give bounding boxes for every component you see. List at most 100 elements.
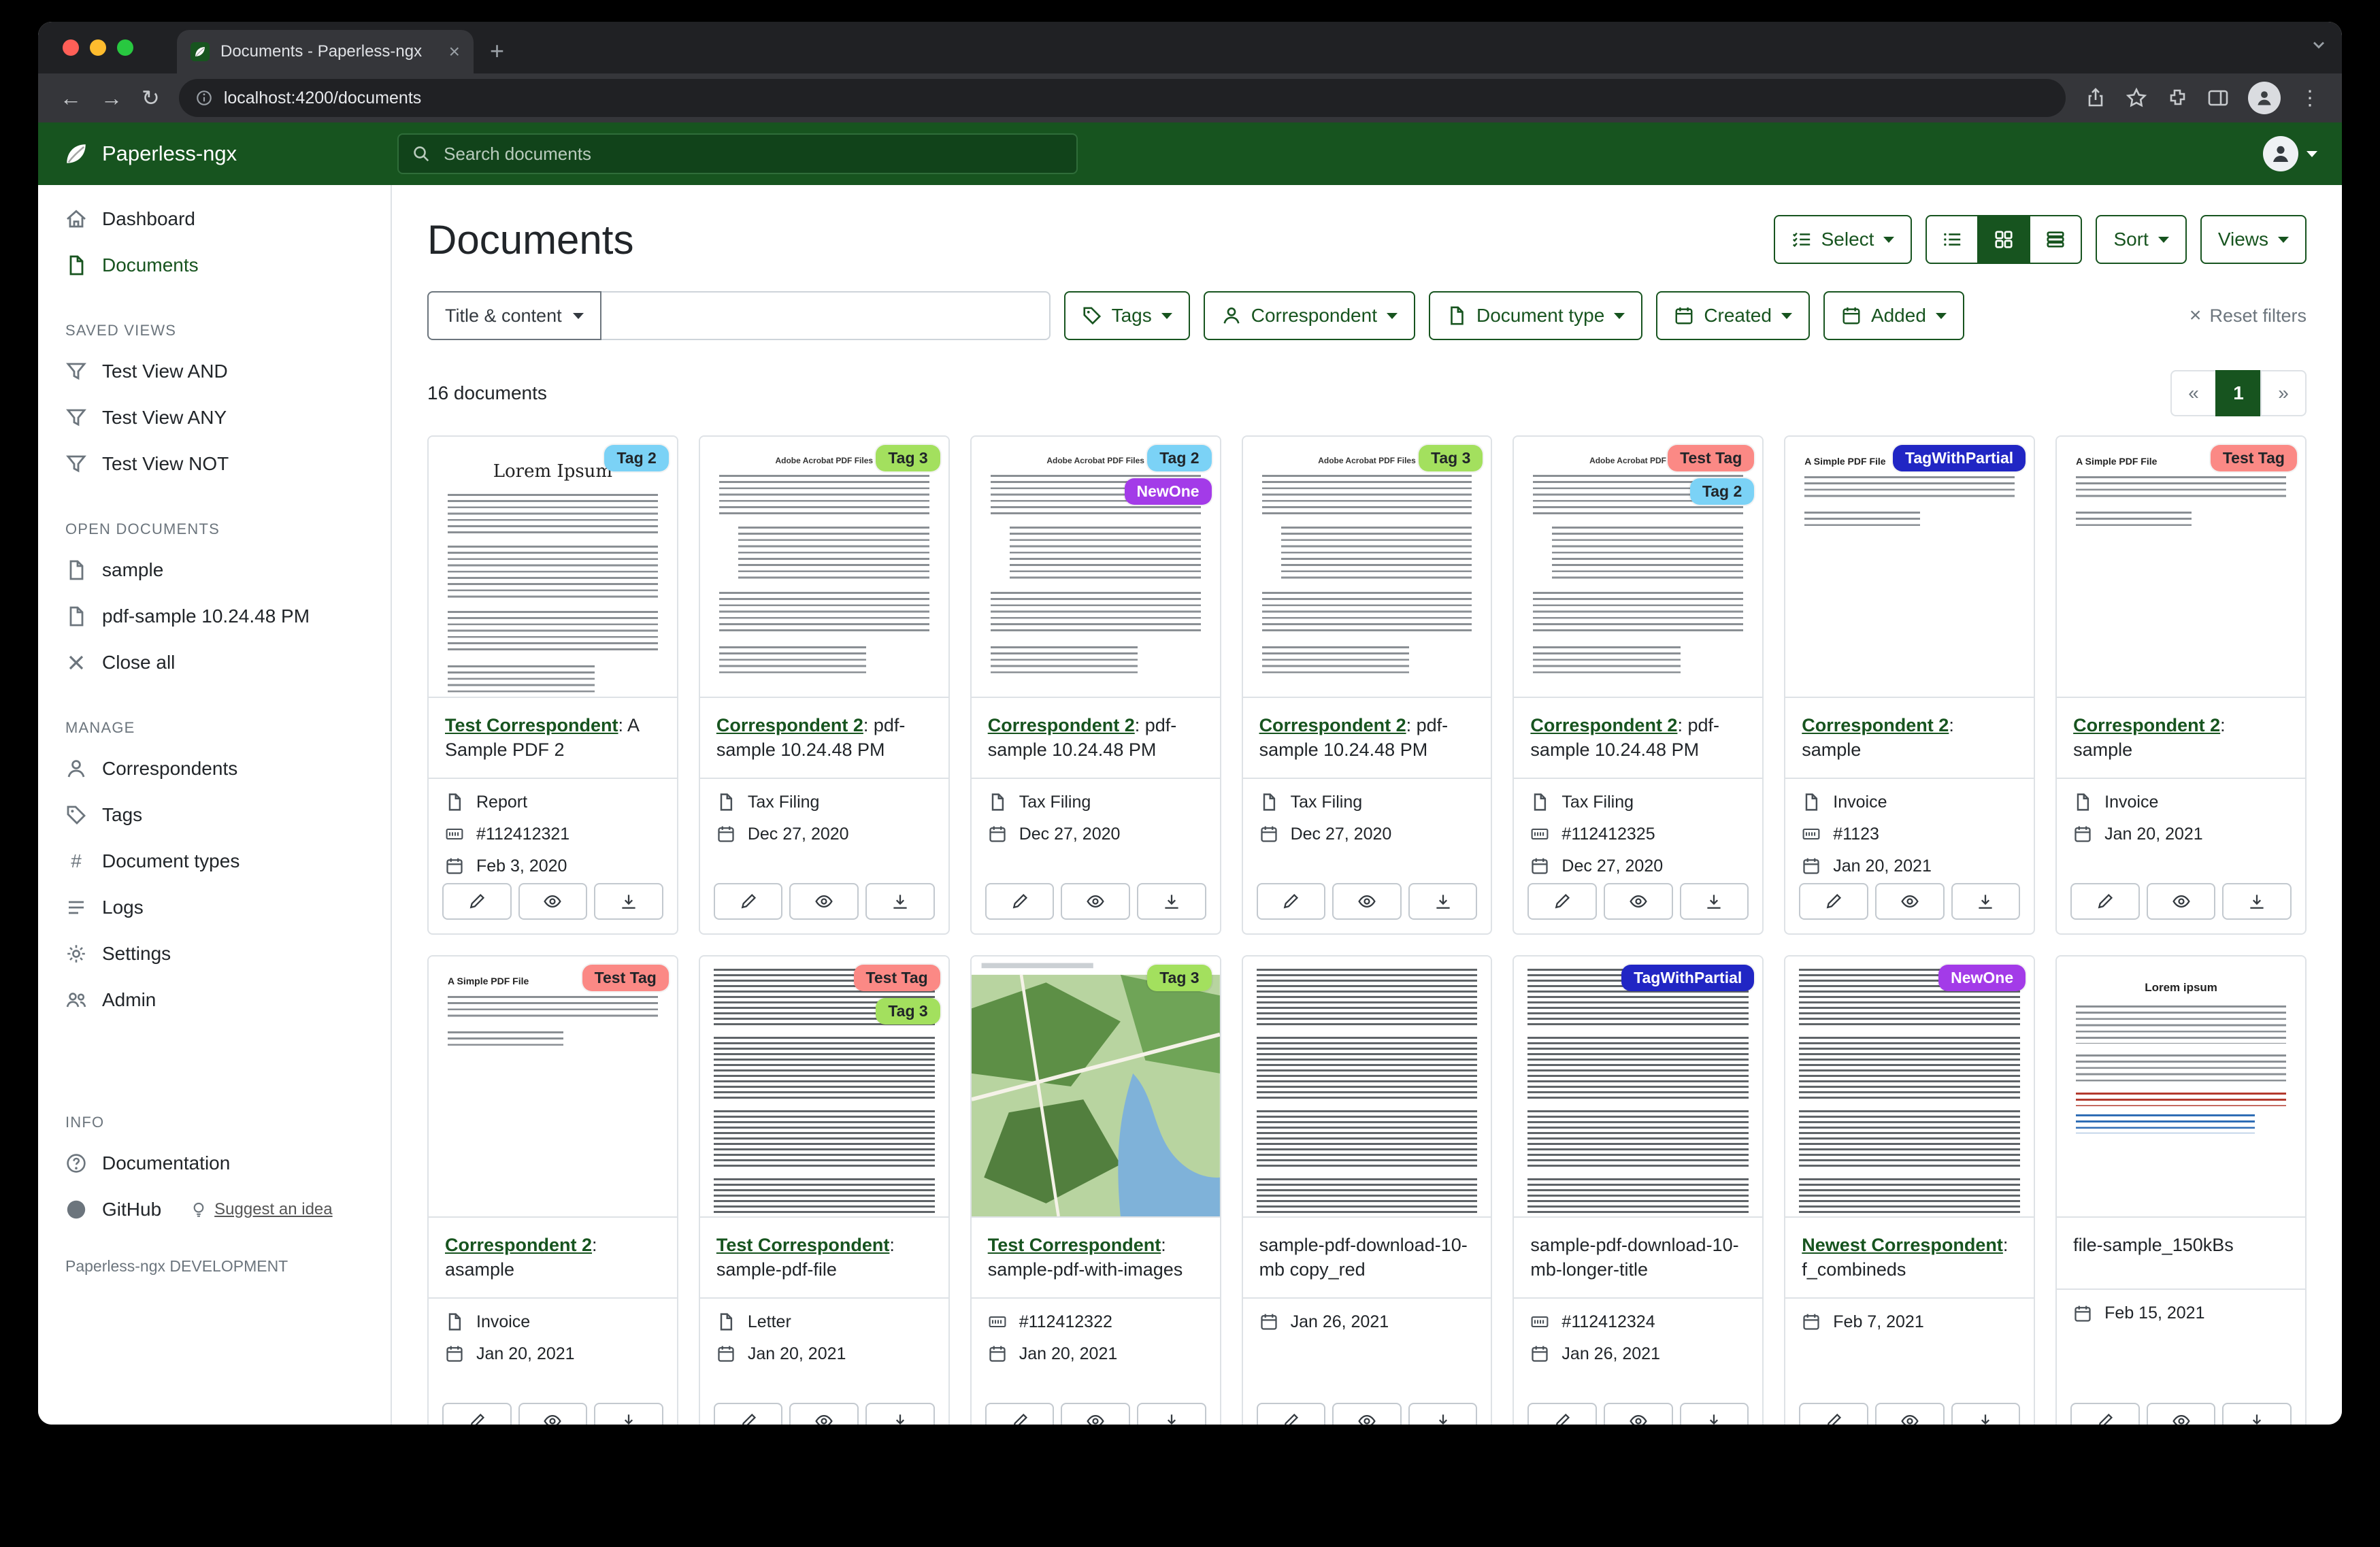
bookmark-star-icon[interactable] <box>2126 87 2147 109</box>
document-title[interactable]: Correspondent 2: pdf-sample 10.24.48 PM <box>1514 698 1762 779</box>
global-search[interactable] <box>397 133 1078 174</box>
download-button[interactable] <box>1408 883 1478 920</box>
sidebar-item-correspondents[interactable]: Correspondents <box>38 746 391 792</box>
download-button[interactable] <box>1408 1403 1478 1425</box>
tag-badge[interactable]: NewOne <box>1938 965 2026 991</box>
download-button[interactable] <box>1951 883 2021 920</box>
edit-button[interactable] <box>1799 1403 1868 1425</box>
close-window-button[interactable] <box>63 39 79 56</box>
filter-field-dropdown[interactable]: Title & content <box>427 291 601 340</box>
document-title[interactable]: Correspondent 2: pdf-sample 10.24.48 PM <box>700 698 948 779</box>
sidebar-item-documents[interactable]: Documents <box>38 242 391 288</box>
download-button[interactable] <box>594 1403 663 1425</box>
correspondent-link[interactable]: Correspondent 2 <box>988 715 1135 735</box>
tag-badge[interactable]: Test Tag <box>2211 445 2297 471</box>
document-title[interactable]: Test Correspondent: sample-pdf-with-imag… <box>972 1218 1220 1299</box>
tag-badge[interactable]: Tag 3 <box>1147 965 1211 991</box>
download-button[interactable] <box>594 883 663 920</box>
user-menu[interactable] <box>2263 136 2317 171</box>
minimize-window-button[interactable] <box>90 39 106 56</box>
back-button[interactable]: ← <box>60 87 82 109</box>
download-button[interactable] <box>1680 883 1749 920</box>
view-button[interactable] <box>1061 1403 1130 1425</box>
document-thumbnail[interactable]: Adobe Acrobat PDF Files Tag 2 <box>972 437 1220 698</box>
tag-badge[interactable]: Test Tag <box>1668 445 1754 471</box>
browser-menu-icon[interactable]: ⋮ <box>2300 86 2320 110</box>
download-button[interactable] <box>1951 1403 2021 1425</box>
correspondent-link[interactable]: Correspondent 2 <box>1259 715 1406 735</box>
close-all-button[interactable]: Close all <box>38 639 391 686</box>
correspondent-link[interactable]: Correspondent 2 <box>1530 715 1677 735</box>
correspondent-link[interactable]: Test Correspondent <box>445 715 618 735</box>
tag-badge[interactable]: Tag 3 <box>1419 445 1483 471</box>
edit-button[interactable] <box>1257 883 1326 920</box>
new-tab-button[interactable]: + <box>490 37 504 65</box>
sidebar-item-logs[interactable]: Logs <box>38 884 391 931</box>
document-thumbnail[interactable]: TagWithPartial <box>1514 957 1762 1218</box>
share-icon[interactable] <box>2085 87 2106 109</box>
tag-badge[interactable]: Tag 2 <box>1147 445 1211 471</box>
document-thumbnail[interactable]: Adobe Acrobat PDF Files Tag 3 <box>1243 437 1491 698</box>
created-filter-button[interactable]: Created <box>1656 291 1810 340</box>
document-title[interactable]: sample-pdf-download-10-mb-longer-title <box>1514 1218 1762 1299</box>
edit-button[interactable] <box>714 1403 783 1425</box>
document-title[interactable]: Test Correspondent: A Sample PDF 2 <box>429 698 677 779</box>
sidebar-item-test-view-and[interactable]: Test View AND <box>38 348 391 395</box>
tab-close-icon[interactable]: × <box>449 41 460 63</box>
select-button[interactable]: Select <box>1774 215 1913 264</box>
tag-badge[interactable]: Tag 2 <box>1690 478 1754 505</box>
view-button[interactable] <box>789 1403 859 1425</box>
view-button[interactable] <box>518 1403 588 1425</box>
tag-badge[interactable]: Test Tag <box>582 965 669 991</box>
tag-badge[interactable]: TagWithPartial <box>1621 965 1754 991</box>
edit-button[interactable] <box>2070 883 2140 920</box>
view-button[interactable] <box>1875 883 1945 920</box>
added-filter-button[interactable]: Added <box>1823 291 1964 340</box>
correspondent-link[interactable]: Newest Correspondent <box>1802 1235 2003 1255</box>
document-thumbnail[interactable] <box>1243 957 1491 1218</box>
sidebar-item-document-types[interactable]: # Document types <box>38 838 391 884</box>
extensions-puzzle-icon[interactable] <box>2166 87 2188 109</box>
document-thumbnail[interactable]: A Simple PDF File TagWithPartial <box>1785 437 2034 698</box>
tab-search-chevron-icon[interactable] <box>2309 35 2328 60</box>
download-button[interactable] <box>865 883 935 920</box>
document-title[interactable]: sample-pdf-download-10-mb copy_red <box>1243 1218 1491 1299</box>
sidebar-item-open-doc-pdf-sample[interactable]: pdf-sample 10.24.48 PM <box>38 593 391 639</box>
document-title[interactable]: file-sample_150kBs <box>2057 1218 2305 1290</box>
document-type-filter-button[interactable]: Document type <box>1429 291 1642 340</box>
sort-button[interactable]: Sort <box>2096 215 2186 264</box>
correspondent-link[interactable]: Correspondent 2 <box>445 1235 592 1255</box>
document-title[interactable]: Test Correspondent: sample-pdf-file <box>700 1218 948 1299</box>
download-button[interactable] <box>865 1403 935 1425</box>
edit-button[interactable] <box>1527 883 1597 920</box>
document-title[interactable]: Correspondent 2: sample <box>1785 698 2034 779</box>
edit-button[interactable] <box>985 1403 1055 1425</box>
download-button[interactable] <box>2222 1403 2292 1425</box>
tag-badge[interactable]: NewOne <box>1125 478 1212 505</box>
edit-button[interactable] <box>1799 883 1868 920</box>
document-thumbnail[interactable]: Adobe Acrobat PDF Files Test Tag <box>1514 437 1762 698</box>
document-thumbnail[interactable]: Adobe Acrobat PDF Files Tag 3 <box>700 437 948 698</box>
views-button[interactable]: Views <box>2200 215 2307 264</box>
view-button[interactable] <box>1875 1403 1945 1425</box>
correspondent-link[interactable]: Test Correspondent <box>716 1235 890 1255</box>
view-button[interactable] <box>518 883 588 920</box>
app-brand[interactable]: Paperless-ngx <box>63 140 237 167</box>
download-button[interactable] <box>1137 883 1206 920</box>
sidebar-item-test-view-not[interactable]: Test View NOT <box>38 441 391 487</box>
sidebar-item-dashboard[interactable]: Dashboard <box>38 196 391 242</box>
sidebar-item-test-view-any[interactable]: Test View ANY <box>38 395 391 441</box>
sidebar-item-open-doc-sample[interactable]: sample <box>38 547 391 593</box>
browser-tab[interactable]: Documents - Paperless-ngx × <box>177 30 474 73</box>
edit-button[interactable] <box>442 1403 512 1425</box>
document-thumbnail[interactable]: NewOne <box>1785 957 2034 1218</box>
reset-filters-button[interactable]: × Reset filters <box>2189 305 2307 327</box>
document-thumbnail[interactable]: Lorem ipsum <box>2057 957 2305 1218</box>
page-info-icon[interactable] <box>195 89 213 107</box>
view-button[interactable] <box>2147 1403 2216 1425</box>
sidebar-item-documentation[interactable]: Documentation <box>38 1140 391 1186</box>
view-list-button[interactable] <box>1926 215 1979 264</box>
sidebar-item-admin[interactable]: Admin <box>38 977 391 1023</box>
edit-button[interactable] <box>985 883 1055 920</box>
document-title[interactable]: Correspondent 2: pdf-sample 10.24.48 PM <box>972 698 1220 779</box>
